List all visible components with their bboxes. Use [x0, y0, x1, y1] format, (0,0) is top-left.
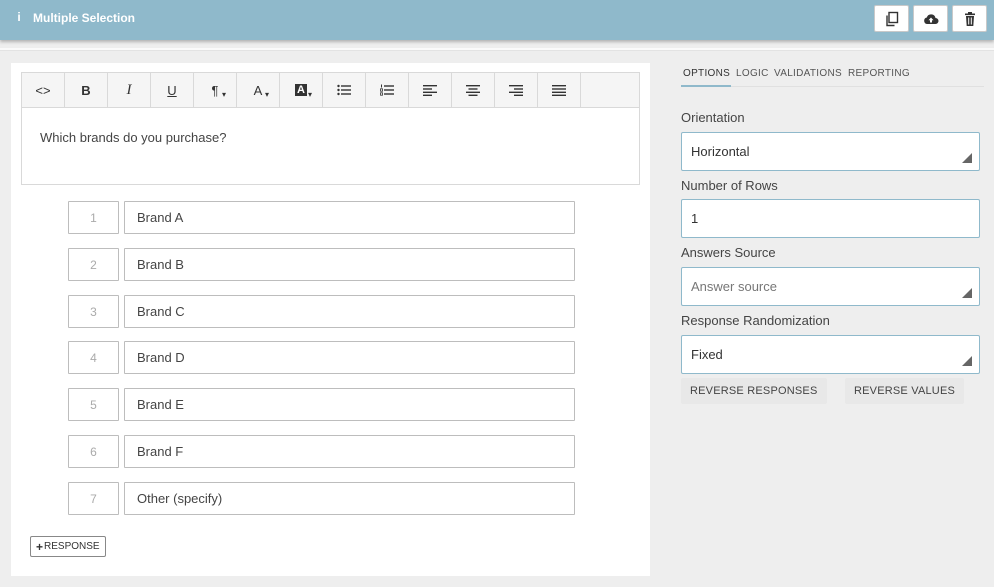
orientation-select[interactable]: Horizontal	[681, 132, 980, 171]
italic-button[interactable]: I	[108, 73, 151, 107]
bullet-list-icon	[337, 84, 351, 96]
plus-icon: +	[36, 539, 44, 554]
justify-icon	[552, 85, 566, 96]
rich-text-editor: <> B I U ¶ ▾ A ▾ A ▾ Which brands do you…	[21, 72, 640, 185]
add-response-label: RESPONSE	[44, 541, 100, 552]
reverse-values-button[interactable]: REVERSE VALUES	[845, 378, 965, 404]
align-left-button[interactable]	[409, 73, 452, 107]
response-text-input[interactable]: Brand D	[124, 341, 575, 374]
add-response-button[interactable]: + RESPONSE	[30, 536, 106, 557]
italic-icon: I	[126, 81, 132, 98]
align-right-button[interactable]	[495, 73, 538, 107]
rows-input[interactable]: 1	[681, 199, 980, 238]
dropdown-arrow-icon	[962, 153, 972, 163]
align-right-icon	[509, 85, 523, 96]
code-icon: <>	[35, 82, 51, 98]
response-number[interactable]: 6	[68, 435, 119, 468]
numbered-list-icon	[380, 84, 394, 96]
response-text-input[interactable]: Brand A	[124, 201, 575, 234]
tab-options[interactable]: OPTIONS	[683, 68, 730, 79]
rows-value: 1	[691, 211, 699, 226]
align-center-button[interactable]	[452, 73, 495, 107]
response-text-input[interactable]: Other (specify)	[124, 482, 575, 515]
chevron-down-icon: ▾	[264, 90, 269, 99]
chevron-down-icon: ▾	[221, 90, 226, 99]
copy-icon	[885, 11, 898, 26]
justify-button[interactable]	[538, 73, 581, 107]
top-bar: i Multiple Selection	[0, 0, 994, 40]
background-color-button[interactable]: A ▾	[280, 73, 323, 107]
cloud-upload-icon	[923, 13, 938, 24]
delete-button[interactable]	[952, 5, 987, 32]
active-tab-indicator	[681, 85, 731, 87]
response-number[interactable]: 7	[68, 482, 119, 515]
paragraph-format-button[interactable]: ¶ ▾	[194, 73, 237, 107]
code-view-button[interactable]: <>	[22, 73, 65, 107]
question-text[interactable]: Which brands do you purchase?	[22, 108, 639, 167]
response-number[interactable]: 4	[68, 341, 119, 374]
orientation-label: Orientation	[681, 110, 745, 125]
response-number[interactable]: 2	[68, 248, 119, 281]
tab-logic[interactable]: LOGIC	[736, 68, 769, 79]
response-number[interactable]: 3	[68, 295, 119, 328]
randomization-label: Response Randomization	[681, 313, 830, 328]
question-editor-panel: <> B I U ¶ ▾ A ▾ A ▾ Which brands do you…	[11, 63, 650, 576]
orientation-value: Horizontal	[691, 144, 750, 159]
answers-source-placeholder: Answer source	[691, 279, 777, 294]
underline-button[interactable]: U	[151, 73, 194, 107]
response-text-input[interactable]: Brand B	[124, 248, 575, 281]
rows-label: Number of Rows	[681, 178, 778, 193]
align-left-icon	[423, 85, 437, 96]
response-text-input[interactable]: Brand E	[124, 388, 575, 421]
response-number[interactable]: 1	[68, 201, 119, 234]
tab-validations[interactable]: VALIDATIONS	[774, 68, 842, 79]
editor-toolbar: <> B I U ¶ ▾ A ▾ A ▾	[22, 73, 639, 108]
question-type-title: Multiple Selection	[33, 11, 136, 25]
bullet-list-button[interactable]	[323, 73, 366, 107]
align-center-icon	[466, 85, 480, 96]
copy-button[interactable]	[874, 5, 909, 32]
font-color-button[interactable]: A ▾	[237, 73, 280, 107]
options-tabs: OPTIONS LOGIC VALIDATIONS REPORTING	[681, 66, 984, 87]
background-color-icon: A	[295, 84, 307, 96]
separator-strip	[0, 48, 994, 51]
reverse-responses-button[interactable]: REVERSE RESPONSES	[681, 378, 827, 404]
info-icon[interactable]: i	[16, 10, 22, 24]
answers-source-select[interactable]: Answer source	[681, 267, 980, 306]
chevron-down-icon: ▾	[307, 90, 312, 99]
randomization-value: Fixed	[691, 347, 723, 362]
bold-icon: B	[81, 82, 91, 98]
underline-icon: U	[167, 82, 177, 98]
numbered-list-button[interactable]	[366, 73, 409, 107]
response-text-input[interactable]: Brand F	[124, 435, 575, 468]
randomization-select[interactable]: Fixed	[681, 335, 980, 374]
dropdown-arrow-icon	[962, 288, 972, 298]
response-number[interactable]: 5	[68, 388, 119, 421]
paragraph-icon: ¶	[211, 82, 219, 98]
tab-reporting[interactable]: REPORTING	[848, 68, 910, 79]
dropdown-arrow-icon	[962, 356, 972, 366]
font-color-icon: A	[253, 82, 263, 98]
response-text-input[interactable]: Brand C	[124, 295, 575, 328]
trash-icon	[964, 11, 975, 26]
upload-button[interactable]	[913, 5, 948, 32]
answers-source-label: Answers Source	[681, 245, 776, 260]
bold-button[interactable]: B	[65, 73, 108, 107]
